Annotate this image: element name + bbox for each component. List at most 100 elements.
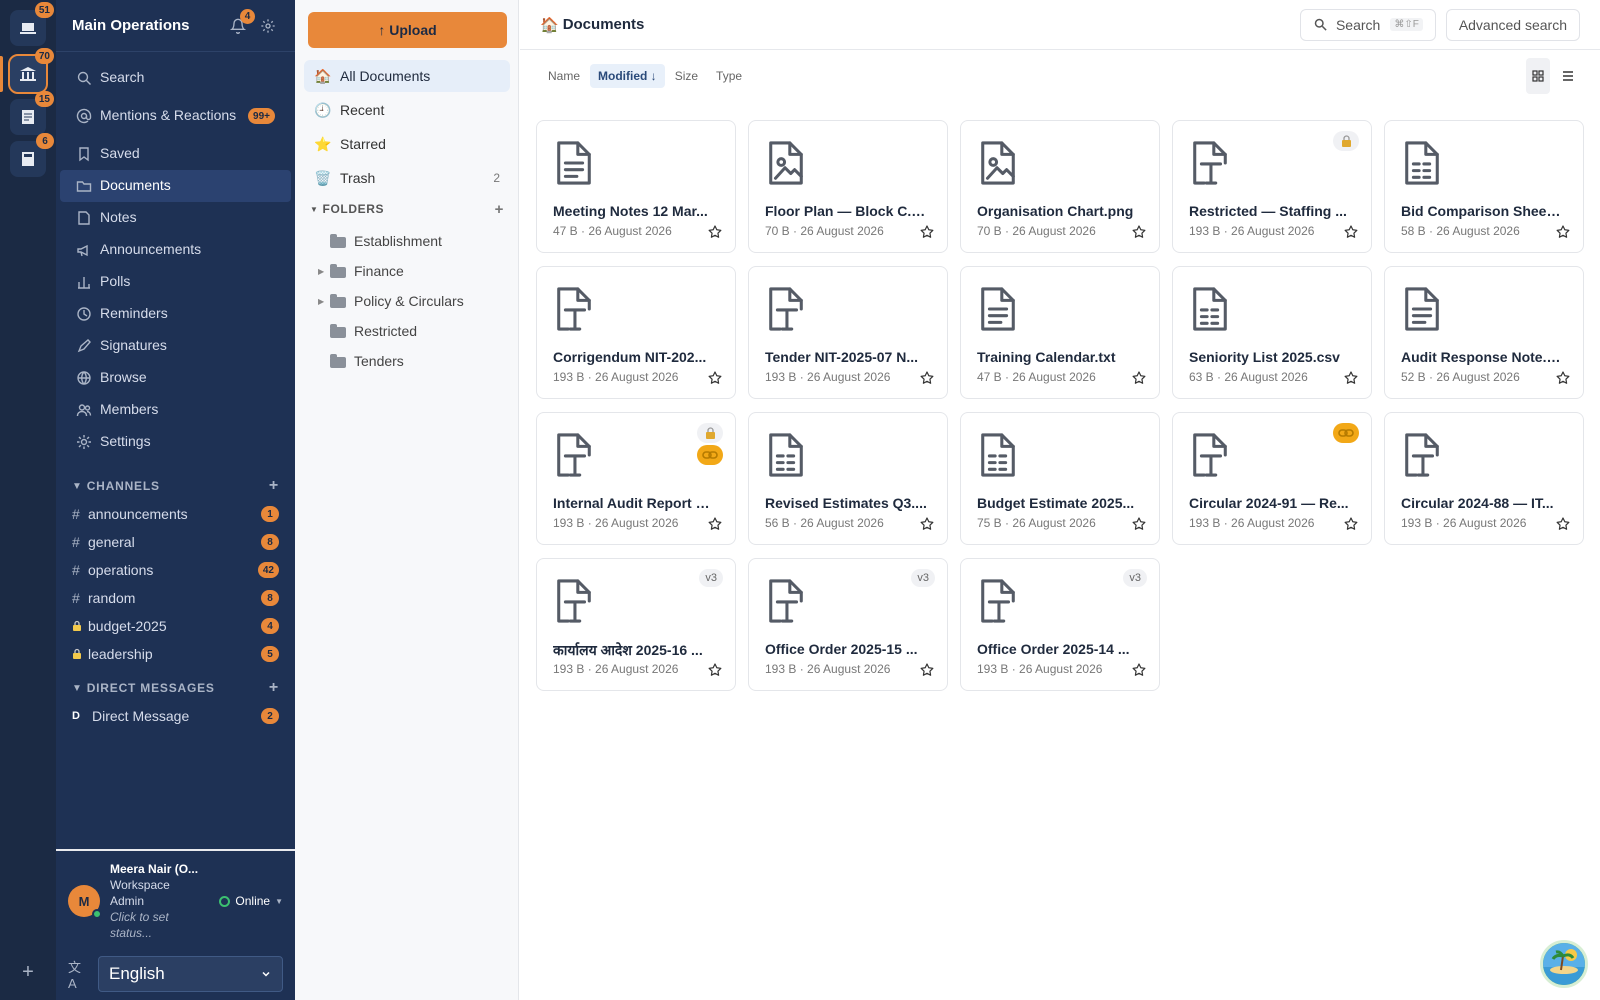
channels-header[interactable]: ▼ CHANNELS + — [56, 472, 295, 500]
doc-nav-trash[interactable]: 🗑️ Trash 2 — [304, 162, 510, 194]
star-icon[interactable] — [919, 224, 935, 240]
sidebar-item-settings[interactable]: Settings — [60, 426, 291, 458]
file-card[interactable]: Circular 2024-88 — IT... 193 B · 26 Augus… — [1384, 412, 1584, 545]
avatar[interactable]: M — [68, 885, 102, 919]
file-card[interactable]: Circular 2024-91 — Re... 193 B · 26 Augus… — [1172, 412, 1372, 545]
doc-nav-all-documents[interactable]: 🏠 All Documents — [304, 60, 510, 92]
sidebar-item-signatures[interactable]: Signatures — [60, 330, 291, 362]
sidebar-item-announcements[interactable]: Announcements — [60, 234, 291, 266]
file-card[interactable]: Internal Audit Report 2... 193 B · 26 Aug… — [536, 412, 736, 545]
search-button[interactable]: Search ⌘⇧F — [1299, 8, 1436, 41]
folder-establishment[interactable]: Establishment — [304, 226, 510, 256]
folder-restricted[interactable]: Restricted — [304, 316, 510, 346]
channel-operations[interactable]: # operations 42 — [56, 556, 295, 584]
sidebar-item-reminders[interactable]: Reminders — [60, 298, 291, 330]
star-icon[interactable] — [919, 516, 935, 532]
grid-view-button[interactable] — [1526, 58, 1550, 94]
version-badge: v3 — [1123, 569, 1147, 587]
star-icon[interactable] — [1131, 370, 1147, 386]
notifications-button[interactable]: 4 — [227, 8, 255, 37]
set-status-link-2[interactable]: status... — [110, 925, 219, 941]
workspace-2[interactable]: 70 — [8, 48, 54, 94]
workspace-1[interactable]: 51 — [10, 2, 54, 46]
caret-right-icon[interactable]: ▶ — [318, 297, 330, 306]
star-icon[interactable] — [1131, 224, 1147, 240]
caret-right-icon[interactable]: ▶ — [318, 267, 330, 276]
star-icon[interactable] — [1131, 662, 1147, 678]
sidebar-item-saved[interactable]: Saved — [60, 138, 291, 170]
folder-finance[interactable]: ▶ Finance — [304, 256, 510, 286]
star-icon[interactable] — [1343, 224, 1359, 240]
file-card[interactable]: Bid Comparison Sheet.... 58 B · 26 August… — [1384, 120, 1584, 253]
workspace-name[interactable]: Main Operations — [72, 17, 219, 34]
sidebar-item-search[interactable]: Search — [60, 62, 291, 94]
unread-badge: 5 — [261, 646, 279, 662]
add-channel-button[interactable]: + — [269, 477, 279, 495]
file-card[interactable]: Training Calendar.txt 47 B · 26 August 20… — [960, 266, 1160, 399]
advanced-search-button[interactable]: Advanced search — [1445, 8, 1580, 41]
star-icon[interactable] — [1555, 224, 1571, 240]
folders-header[interactable]: ▼ FOLDERS + — [304, 196, 510, 222]
channel-random[interactable]: # random 8 — [56, 584, 295, 612]
star-icon[interactable] — [1343, 516, 1359, 532]
sidebar-item-mentions-reactions[interactable]: Mentions & Reactions 99+ — [60, 94, 291, 138]
file-card[interactable]: Office Order 2025-15 ... 193 B · 26 Augus… — [748, 558, 948, 691]
sidebar-item-documents[interactable]: Documents — [60, 170, 291, 202]
sort-type[interactable]: Type — [708, 64, 750, 88]
typed-file-icon — [557, 579, 591, 623]
star-icon[interactable] — [1555, 370, 1571, 386]
workspace-3[interactable]: 15 — [10, 91, 54, 135]
file-card[interactable]: Organisation Chart.png 70 B · 26 August 2… — [960, 120, 1160, 253]
star-icon[interactable] — [1555, 516, 1571, 532]
star-icon[interactable] — [919, 662, 935, 678]
star-icon[interactable] — [919, 370, 935, 386]
set-status-link-1[interactable]: Click to set — [110, 909, 219, 925]
list-view-button[interactable] — [1556, 58, 1580, 94]
add-folder-button[interactable]: + — [495, 201, 504, 218]
sidebar-item-members[interactable]: Members — [60, 394, 291, 426]
file-card[interactable]: Tender NIT-2025-07 N... 193 B · 26 August… — [748, 266, 948, 399]
sort-modified[interactable]: Modified ↓ — [590, 64, 665, 88]
file-card[interactable]: Corrigendum NIT-202... 193 B · 26 August … — [536, 266, 736, 399]
star-icon[interactable] — [1131, 516, 1147, 532]
workspace-4[interactable]: 6 — [10, 133, 54, 177]
user-box[interactable]: M Meera Nair (O... Workspace Admin Click… — [56, 856, 295, 946]
sidebar-item-browse[interactable]: Browse — [60, 362, 291, 394]
dm-header[interactable]: ▼ DIRECT MESSAGES + — [56, 674, 295, 702]
file-card[interactable]: Budget Estimate 2025... 75 B · 26 August … — [960, 412, 1160, 545]
dm-item[interactable]: D Direct Message 2 — [56, 702, 295, 730]
star-icon[interactable] — [707, 224, 723, 240]
channel-general[interactable]: # general 8 — [56, 528, 295, 556]
sort-size[interactable]: Size — [667, 64, 706, 88]
doc-nav-recent[interactable]: 🕘 Recent — [304, 94, 510, 126]
channel-leadership[interactable]: leadership 5 — [56, 640, 295, 668]
presence-dropdown[interactable]: Online ▼ — [219, 894, 283, 908]
star-icon[interactable] — [1343, 370, 1359, 386]
file-card[interactable]: Floor Plan — Block C.p... 70 B · 26 Augus… — [748, 120, 948, 253]
file-card[interactable]: Audit Response Note.txt 52 B · 26 August … — [1384, 266, 1584, 399]
add-workspace-button[interactable]: + — [14, 958, 42, 986]
workspace-settings-button[interactable] — [257, 15, 279, 37]
channel-announcements[interactable]: # announcements 1 — [56, 500, 295, 528]
file-card[interactable]: कार्यालय आदेश 2025-16 ... 193 B · 26 Augu… — [536, 558, 736, 691]
folder-policy-circulars[interactable]: ▶ Policy & Circulars — [304, 286, 510, 316]
sort-name[interactable]: Name — [540, 64, 588, 88]
folder-tenders[interactable]: Tenders — [304, 346, 510, 376]
doc-nav-starred[interactable]: ⭐ Starred — [304, 128, 510, 160]
user-role-2: Admin — [110, 894, 145, 908]
star-icon[interactable] — [707, 662, 723, 678]
upload-button[interactable]: ↑ Upload — [308, 12, 507, 48]
sidebar-item-polls[interactable]: Polls — [60, 266, 291, 298]
language-select[interactable]: English — [98, 956, 283, 992]
file-card[interactable]: Office Order 2025-14 ... 193 B · 26 Augus… — [960, 558, 1160, 691]
file-card[interactable]: Revised Estimates Q3.... 56 B · 26 August… — [748, 412, 948, 545]
channel-budget-2025[interactable]: budget-2025 4 — [56, 612, 295, 640]
add-dm-button[interactable]: + — [269, 679, 279, 697]
star-icon[interactable] — [707, 370, 723, 386]
sidebar-item-notes[interactable]: Notes — [60, 202, 291, 234]
file-card[interactable]: Restricted — Staffing ... 193 B · 26 Augu… — [1172, 120, 1372, 253]
file-card[interactable]: Seniority List 2025.csv 63 B · 26 August … — [1172, 266, 1372, 399]
file-card[interactable]: Meeting Notes 12 Mar... 47 B · 26 August … — [536, 120, 736, 253]
assistant-avatar-button[interactable] — [1540, 940, 1588, 988]
star-icon[interactable] — [707, 516, 723, 532]
